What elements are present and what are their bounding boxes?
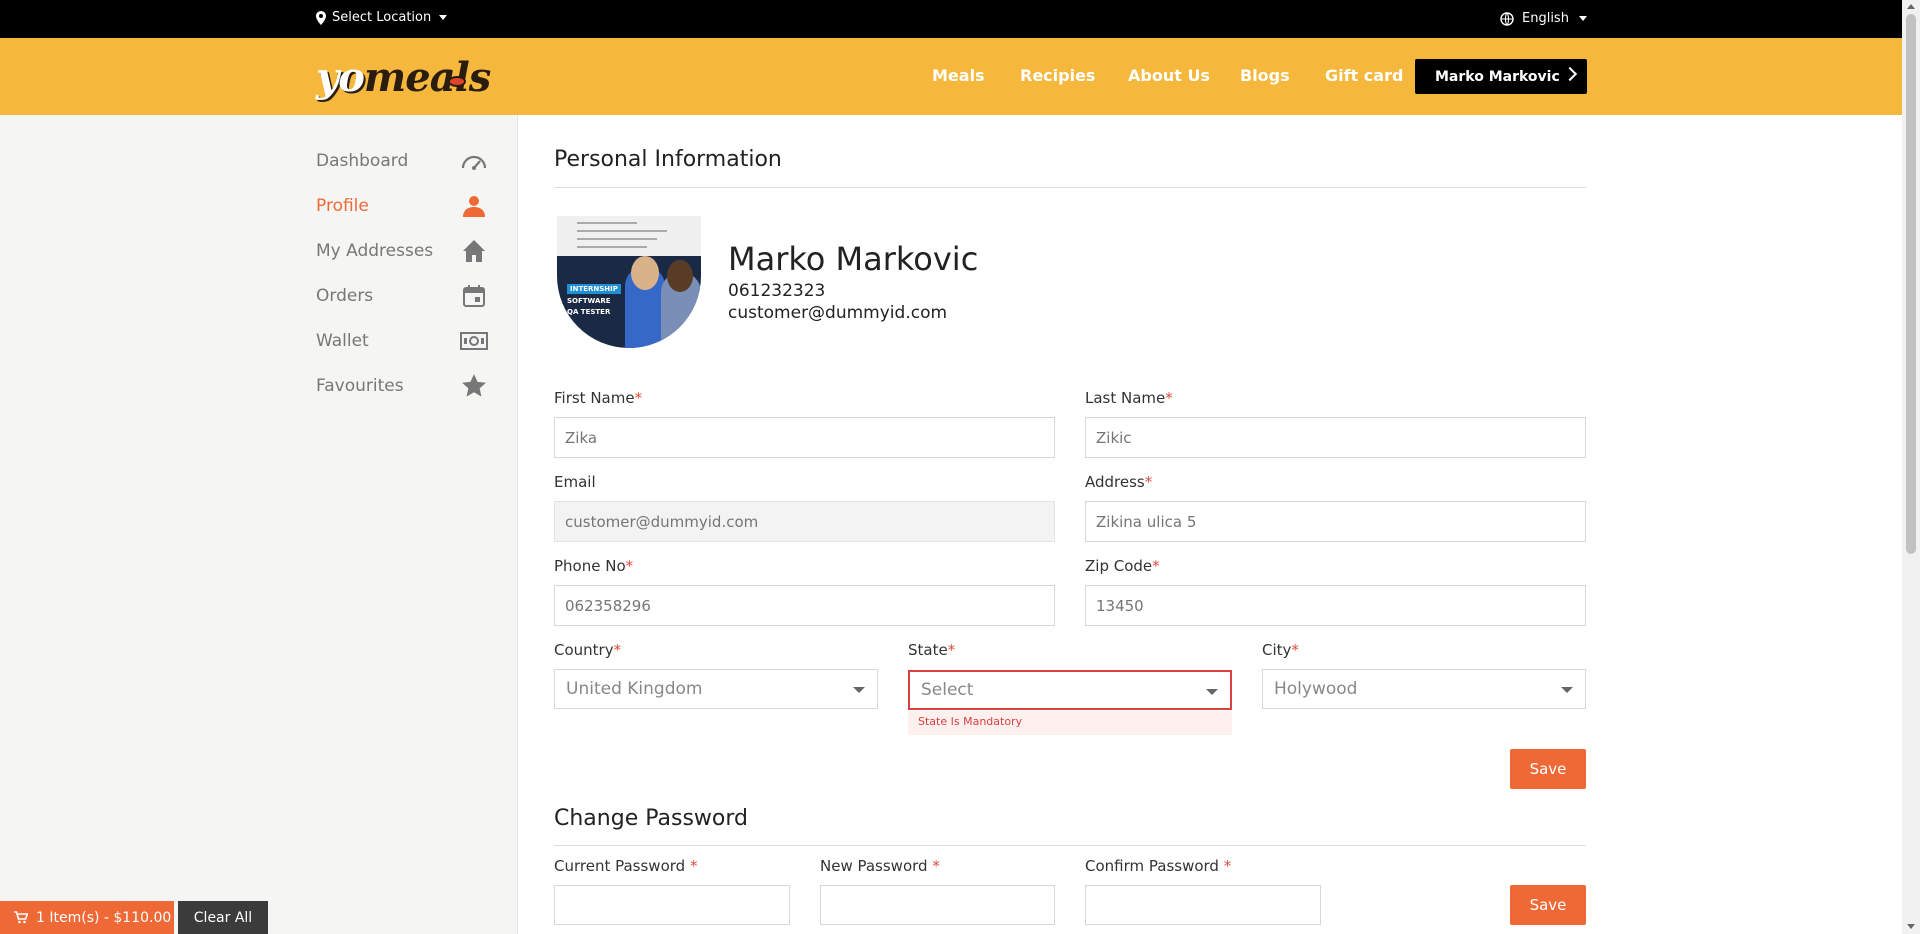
scroll-down-icon[interactable] — [1907, 924, 1915, 929]
user-menu-button[interactable]: Marko Markovic — [1415, 59, 1587, 94]
cart-summary-button[interactable]: 1 Item(s) - $110.00 — [0, 901, 174, 934]
scroll-up-icon[interactable] — [1907, 4, 1915, 9]
chevron-right-icon — [1562, 66, 1578, 82]
nav-recipies[interactable]: Recipies — [1020, 66, 1095, 85]
scrollbar[interactable] — [1902, 0, 1920, 934]
avatar-person-head — [631, 256, 659, 290]
sidebar-item-label: Orders — [316, 286, 374, 306]
profile-email: customer@dummyid.com — [728, 303, 948, 323]
email-field — [554, 501, 1055, 542]
country-select[interactable]: United Kingdom — [554, 669, 878, 709]
sidebar-item-label: My Addresses — [316, 241, 434, 261]
nav-meals[interactable]: Meals — [932, 66, 985, 85]
nav-gift-card[interactable]: Gift card — [1325, 66, 1403, 85]
section-title-personal-information: Personal Information — [554, 147, 782, 172]
logo-part-yo: yo — [316, 54, 365, 101]
nav-about-us[interactable]: About Us — [1128, 66, 1210, 85]
avatar-background — [557, 216, 701, 256]
state-select[interactable]: Select — [908, 670, 1232, 710]
money-icon — [460, 327, 488, 355]
scrollbar-thumb[interactable] — [1906, 14, 1916, 554]
home-icon — [460, 237, 488, 265]
person-icon — [460, 192, 488, 220]
country-value: United Kingdom — [566, 679, 703, 699]
city-select[interactable]: Holywood — [1262, 669, 1586, 709]
language-selector[interactable]: English — [1500, 11, 1587, 26]
new-password-input[interactable] — [820, 885, 1055, 925]
last-name-label: Last Name* — [1085, 389, 1173, 407]
sidebar-item-favourites[interactable]: Favourites — [316, 371, 488, 401]
avatar-person-head — [667, 260, 693, 292]
star-icon — [460, 372, 488, 400]
city-label: City* — [1262, 641, 1299, 659]
avatar-tag: INTERNSHIP — [567, 284, 621, 294]
top-bar: Select Location English — [0, 0, 1902, 38]
divider — [554, 187, 1586, 188]
location-selector[interactable]: Select Location — [316, 10, 448, 25]
profile-phone: 061232323 — [728, 281, 826, 301]
save-password-button[interactable]: Save — [1510, 885, 1586, 925]
chevron-down-icon — [1578, 16, 1587, 21]
city-value: Holywood — [1274, 679, 1358, 699]
sidebar: Dashboard Profile My Addresses Orders Wa… — [0, 115, 518, 934]
sidebar-item-orders[interactable]: Orders — [316, 281, 488, 311]
phone-label: Phone No* — [554, 557, 634, 575]
chevron-down-icon — [853, 687, 865, 693]
confirm-password-label: Confirm Password * — [1085, 857, 1232, 875]
sidebar-item-my-addresses[interactable]: My Addresses — [316, 236, 488, 266]
avatar-text-line: QA TESTER — [567, 308, 611, 316]
logo-part-meals: meals — [363, 54, 491, 101]
address-label: Address* — [1085, 473, 1153, 491]
site-header: yomeals Meals Recipies About Us Blogs Gi… — [0, 38, 1902, 115]
chevron-down-icon — [439, 15, 448, 20]
state-label: State* — [908, 641, 956, 659]
sidebar-item-dashboard[interactable]: Dashboard — [316, 146, 488, 176]
globe-icon — [1500, 11, 1514, 26]
avatar-text-line: SOFTWARE — [567, 297, 611, 305]
first-name-label: First Name* — [554, 389, 643, 407]
country-label: Country* — [554, 641, 622, 659]
current-password-label: Current Password * — [554, 857, 698, 875]
divider — [554, 845, 1586, 846]
sidebar-item-label: Profile — [316, 196, 369, 216]
sidebar-item-label: Favourites — [316, 376, 404, 396]
sidebar-item-label: Wallet — [316, 331, 369, 351]
email-label: Email — [554, 473, 596, 491]
last-name-input[interactable] — [1085, 417, 1586, 458]
sidebar-item-label: Dashboard — [316, 151, 409, 171]
nav-blogs[interactable]: Blogs — [1240, 66, 1290, 85]
current-password-input[interactable] — [554, 885, 790, 925]
chevron-down-icon — [1206, 689, 1218, 695]
first-name-input[interactable] — [554, 417, 1055, 458]
location-label: Select Location — [332, 10, 432, 25]
phone-input[interactable] — [554, 585, 1055, 626]
avatar[interactable]: INTERNSHIP SOFTWARE QA TESTER — [557, 216, 701, 348]
clear-all-button[interactable]: Clear All — [178, 901, 268, 934]
location-pin-icon — [316, 10, 326, 25]
sidebar-item-wallet[interactable]: Wallet — [316, 326, 488, 356]
confirm-password-input[interactable] — [1085, 885, 1321, 925]
section-title-change-password: Change Password — [554, 806, 748, 831]
state-error-message: State Is Mandatory — [908, 711, 1232, 735]
cart-icon — [14, 911, 28, 924]
state-value: Select — [921, 680, 974, 700]
speedometer-icon — [460, 147, 488, 175]
zip-code-input[interactable] — [1085, 585, 1586, 626]
zip-code-label: Zip Code* — [1085, 557, 1160, 575]
sidebar-item-profile[interactable]: Profile — [316, 191, 488, 221]
chevron-down-icon — [1561, 687, 1573, 693]
profile-name: Marko Markovic — [728, 240, 979, 278]
language-label: English — [1522, 11, 1569, 26]
address-input[interactable] — [1085, 501, 1586, 542]
save-profile-button[interactable]: Save — [1510, 749, 1586, 789]
new-password-label: New Password * — [820, 857, 940, 875]
calendar-icon — [460, 282, 488, 310]
logo-bowl-icon — [448, 76, 466, 87]
cart-summary-text: 1 Item(s) - $110.00 — [36, 909, 172, 926]
user-name: Marko Markovic — [1435, 68, 1560, 85]
